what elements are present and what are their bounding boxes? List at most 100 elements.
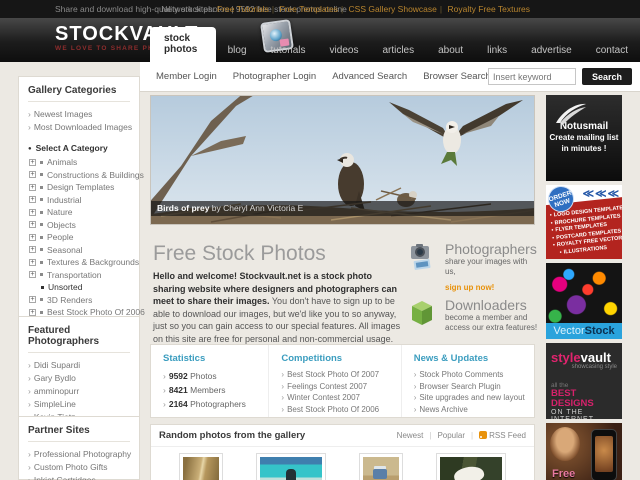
rss-icon [479, 431, 488, 439]
stat-photos: 9592 Photos [163, 369, 268, 383]
rss-feed-link[interactable]: RSS Feed [479, 431, 526, 440]
link-free-templates[interactable]: Free Templates [280, 4, 338, 14]
partner-link[interactable]: Professional Photography [28, 448, 131, 461]
most-downloaded-link[interactable]: Most Downloaded Images [28, 121, 132, 134]
photographer-link[interactable]: SimpleLine [28, 398, 130, 411]
member-login-link[interactable]: Member Login [156, 71, 217, 82]
competition-link[interactable]: Best Stock Photo Of 2007 [281, 369, 400, 381]
expand-icon[interactable]: + [29, 183, 36, 191]
search-input[interactable] [488, 68, 576, 85]
tab-tutorials[interactable]: tutorials [259, 40, 318, 62]
top-utility-bar: Share and download high-quality stock ph… [0, 0, 640, 18]
thumbnail-row [151, 447, 534, 480]
random-photos-panel: Random photos from the gallery Newest | … [150, 424, 535, 480]
gallery-thumbnail[interactable] [256, 453, 326, 480]
stat-members: 8421 Members [163, 383, 268, 397]
competition-link[interactable]: Winter Contest 2007 [281, 392, 400, 404]
expand-icon[interactable]: + [29, 158, 36, 166]
newest-images-link[interactable]: Newest Images [28, 108, 130, 121]
expand-icon[interactable]: + [29, 208, 36, 216]
secondary-nav: Member Login Photographer Login Advanced… [140, 62, 640, 92]
competitions-heading: Competitions [281, 353, 343, 364]
separator: | [471, 431, 474, 440]
featured-photographers-title: Featured Photographers [28, 325, 130, 353]
search-button[interactable]: Search [582, 68, 632, 85]
category-people[interactable]: + People [28, 231, 130, 244]
vectorstock-ad[interactable]: VectorStock [546, 263, 622, 339]
featured-photo[interactable]: Birds of prey by Cheryl Ann Victoria E [150, 95, 535, 225]
link-royalty-textures[interactable]: Royalty Free Textures [447, 4, 530, 14]
partner-link[interactable]: Inkjet Cartridges [28, 474, 130, 480]
expand-icon[interactable]: + [29, 196, 36, 204]
link-free-tutorials[interactable]: Free Tutorials [217, 4, 269, 14]
tab-contact[interactable]: contact [584, 40, 640, 62]
news-link[interactable]: Browser Search Plugin [414, 381, 534, 393]
download-box-icon [408, 298, 438, 333]
expand-icon[interactable]: + [29, 271, 36, 279]
vectorstock-brand: VectorStock [546, 323, 622, 339]
category-3d-renders[interactable]: +3D Renders [28, 294, 130, 307]
expand-icon[interactable]: + [29, 308, 36, 316]
sign-up-link[interactable]: sign up now! [445, 283, 494, 292]
tab-about[interactable]: about [426, 40, 475, 62]
category-industrial[interactable]: + Industrial [28, 194, 130, 207]
category-nature[interactable]: + Nature [28, 206, 130, 219]
tab-links[interactable]: links [475, 40, 519, 62]
bullet-icon [40, 210, 43, 214]
gallery-thumbnail[interactable] [359, 453, 403, 480]
partner-link[interactable]: Custom Photo Gifts [28, 461, 130, 474]
link-css-gallery[interactable]: CSS Gallery Showcase [349, 4, 437, 14]
category-objects[interactable]: + Objects [28, 219, 130, 232]
competition-link[interactable]: Feelings Contest 2007 [281, 381, 400, 393]
downloaders-text: become a member and access our extra fea… [445, 313, 538, 332]
expand-icon[interactable]: + [29, 246, 36, 254]
notusmail-ad[interactable]: Notusmail Create mailing list in minutes… [546, 95, 622, 181]
stylevault-text: BEST DESIGNS [551, 388, 594, 409]
news-link[interactable]: Stock Photo Comments [414, 369, 534, 381]
separator: | [340, 4, 344, 14]
tab-videos[interactable]: videos [318, 40, 371, 62]
news-link[interactable]: News Archive [414, 404, 534, 416]
expand-icon[interactable]: + [29, 258, 36, 266]
category-unsorted[interactable]: Unsorted [28, 281, 130, 294]
expand-icon[interactable]: + [29, 233, 36, 241]
popular-filter-link[interactable]: Popular [437, 431, 465, 440]
category-animals[interactable]: + Animals [28, 156, 130, 169]
photographer-link[interactable]: Gary Bydlo [28, 372, 130, 385]
feather-icon [556, 103, 586, 124]
category-seasonal[interactable]: + Seasonal [28, 244, 130, 257]
category-constructions[interactable]: + Constructions & Buildings [28, 169, 144, 182]
templates-ad[interactable]: ≪≪≪ ORDERNOW LOGO DESIGN TEMPLATES BROCH… [546, 185, 622, 259]
stylevault-ad[interactable]: stylevault showcasing style all the BEST… [546, 343, 622, 419]
network-sites-label: Network sites: [161, 4, 215, 14]
partner-sites-panel: Partner Sites Professional Photography C… [18, 416, 140, 480]
tab-articles[interactable]: articles [370, 40, 426, 62]
select-category-root: Select A Category [28, 142, 130, 156]
expand-icon[interactable]: + [29, 221, 36, 229]
photographer-login-link[interactable]: Photographer Login [233, 71, 316, 82]
notusmail-text: Create mailing list [549, 133, 619, 142]
photographer-link[interactable]: Didi Supardi [28, 359, 130, 372]
tab-blog[interactable]: blog [216, 40, 259, 62]
free-iphone-ad[interactable]: FreeiPhone [546, 423, 622, 480]
photographers-heading: Photographers [445, 241, 537, 257]
tab-advertise[interactable]: advertise [519, 40, 584, 62]
tab-stock-photos[interactable]: stock photos [150, 27, 216, 62]
news-heading: News & Updates [413, 353, 489, 364]
category-design-templates[interactable]: + Design Templates [28, 181, 130, 194]
category-transportation[interactable]: + Transportation [28, 269, 130, 282]
category-textures[interactable]: + Textures & Backgrounds [28, 256, 139, 269]
bullet-icon [40, 310, 43, 314]
downloaders-heading: Downloaders [445, 297, 527, 313]
separator: | [439, 4, 443, 14]
competition-link[interactable]: Best Stock Photo Of 2006 [281, 404, 400, 416]
expand-icon[interactable]: + [29, 296, 36, 304]
partner-sites-title: Partner Sites [28, 425, 130, 442]
news-link[interactable]: Site upgrades and new layout [414, 392, 534, 404]
gallery-thumbnail[interactable] [179, 453, 223, 480]
gallery-thumbnail[interactable] [436, 453, 506, 480]
advanced-search-link[interactable]: Advanced Search [332, 71, 407, 82]
newest-filter-link[interactable]: Newest [397, 431, 424, 440]
expand-icon[interactable]: + [29, 171, 36, 179]
photographer-link[interactable]: amminopurr [28, 385, 130, 398]
